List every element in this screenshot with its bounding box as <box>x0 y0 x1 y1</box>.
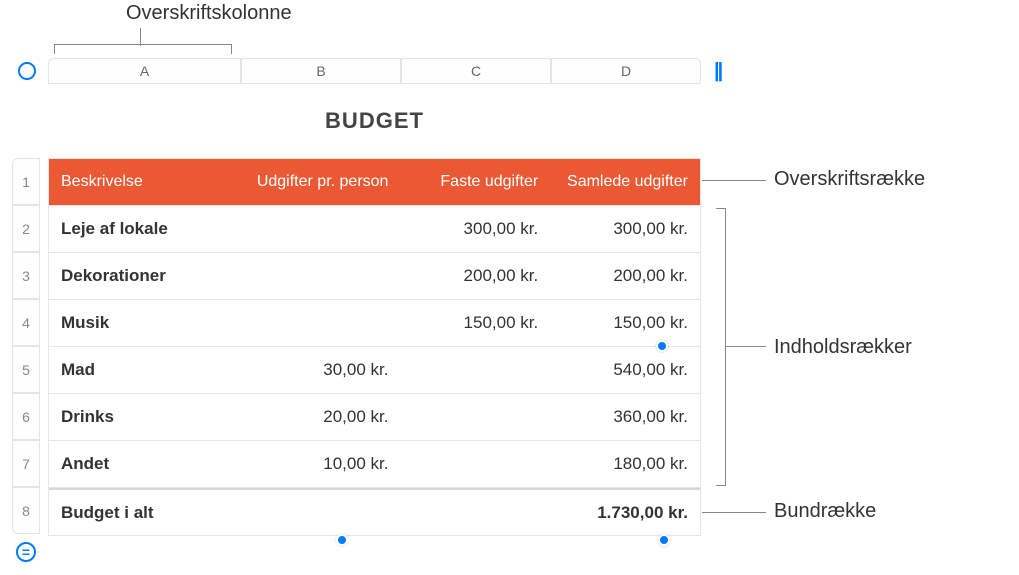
header-fixed[interactable]: Faste udgifter <box>400 159 550 205</box>
selection-handle-icon[interactable] <box>658 534 670 546</box>
table-row: Dekorationer 200,00 kr. 200,00 kr. <box>49 253 700 300</box>
header-description[interactable]: Beskrivelse <box>49 159 241 205</box>
row-header-5[interactable]: 5 <box>12 346 40 393</box>
column-header-a[interactable]: A <box>48 58 241 84</box>
cell-total[interactable]: 150,00 kr. <box>550 300 700 346</box>
header-total[interactable]: Samlede udgifter <box>550 159 700 205</box>
table-title[interactable]: BUDGET <box>48 108 701 134</box>
callout-bracket <box>54 44 232 54</box>
footer-label[interactable]: Budget i alt <box>49 490 241 535</box>
row-header-1[interactable]: 1 <box>12 158 40 205</box>
cell-per-person[interactable] <box>241 206 401 252</box>
callout-footer-row: Bundrække <box>774 500 876 523</box>
table-row: Drinks 20,00 kr. 360,00 kr. <box>49 394 700 441</box>
table-row: Mad 30,00 kr. 540,00 kr. <box>49 347 700 394</box>
cell-total[interactable]: 180,00 kr. <box>550 441 700 487</box>
column-header-b[interactable]: B <box>241 58 401 84</box>
cell-total[interactable]: 540,00 kr. <box>550 347 700 393</box>
cell-description[interactable]: Musik <box>49 300 241 346</box>
selection-handle-icon[interactable] <box>336 534 348 546</box>
add-column-icon[interactable]: || <box>714 60 721 83</box>
callout-line <box>702 512 766 513</box>
callout-header-row: Overskriftsrække <box>774 168 925 191</box>
cell-total[interactable]: 300,00 kr. <box>550 206 700 252</box>
table-menu-icon[interactable] <box>18 62 36 80</box>
cell-fixed[interactable]: 300,00 kr. <box>400 206 550 252</box>
cell-description[interactable]: Andet <box>49 441 241 487</box>
header-row: Beskrivelse Udgifter pr. person Faste ud… <box>49 159 700 206</box>
row-header-8[interactable]: 8 <box>12 487 40 534</box>
callout-body-rows: Indholdsrækker <box>774 336 912 359</box>
cell-description[interactable]: Dekorationer <box>49 253 241 299</box>
selection-handle-icon[interactable] <box>656 340 668 352</box>
cell-total[interactable]: 360,00 kr. <box>550 394 700 440</box>
cell-fixed[interactable] <box>400 347 550 393</box>
row-header-6[interactable]: 6 <box>12 393 40 440</box>
footer-empty[interactable] <box>241 490 401 535</box>
cell-fixed[interactable] <box>400 441 550 487</box>
callout-line <box>702 180 766 181</box>
cell-fixed[interactable]: 150,00 kr. <box>400 300 550 346</box>
footer-total[interactable]: 1.730,00 kr. <box>550 490 700 535</box>
row-headers: 1 2 3 4 5 6 7 8 <box>12 158 40 534</box>
table-row: Leje af lokale 300,00 kr. 300,00 kr. <box>49 206 700 253</box>
cell-description[interactable]: Drinks <box>49 394 241 440</box>
add-row-icon[interactable]: = <box>16 542 36 562</box>
cell-total[interactable]: 200,00 kr. <box>550 253 700 299</box>
row-header-2[interactable]: 2 <box>12 205 40 252</box>
cell-fixed[interactable] <box>400 394 550 440</box>
row-header-4[interactable]: 4 <box>12 299 40 346</box>
table: Beskrivelse Udgifter pr. person Faste ud… <box>48 158 701 536</box>
cell-description[interactable]: Mad <box>49 347 241 393</box>
header-per-person[interactable]: Udgifter pr. person <box>241 159 401 205</box>
row-header-3[interactable]: 3 <box>12 252 40 299</box>
row-header-7[interactable]: 7 <box>12 440 40 487</box>
table-row: Musik 150,00 kr. 150,00 kr. <box>49 300 700 347</box>
column-header-d[interactable]: D <box>551 58 701 84</box>
footer-row: Budget i alt 1.730,00 kr. <box>49 488 700 535</box>
cell-per-person[interactable]: 30,00 kr. <box>241 347 401 393</box>
column-header-c[interactable]: C <box>401 58 551 84</box>
callout-line <box>726 346 766 347</box>
cell-per-person[interactable] <box>241 253 401 299</box>
cell-description[interactable]: Leje af lokale <box>49 206 241 252</box>
cell-per-person[interactable]: 10,00 kr. <box>241 441 401 487</box>
column-headers: A B C D <box>48 58 701 84</box>
footer-empty[interactable] <box>400 490 550 535</box>
table-row: Andet 10,00 kr. 180,00 kr. <box>49 441 700 488</box>
cell-per-person[interactable] <box>241 300 401 346</box>
cell-per-person[interactable]: 20,00 kr. <box>241 394 401 440</box>
callout-bracket <box>716 208 726 486</box>
cell-fixed[interactable]: 200,00 kr. <box>400 253 550 299</box>
callout-header-column: Overskriftskolonne <box>126 2 292 25</box>
